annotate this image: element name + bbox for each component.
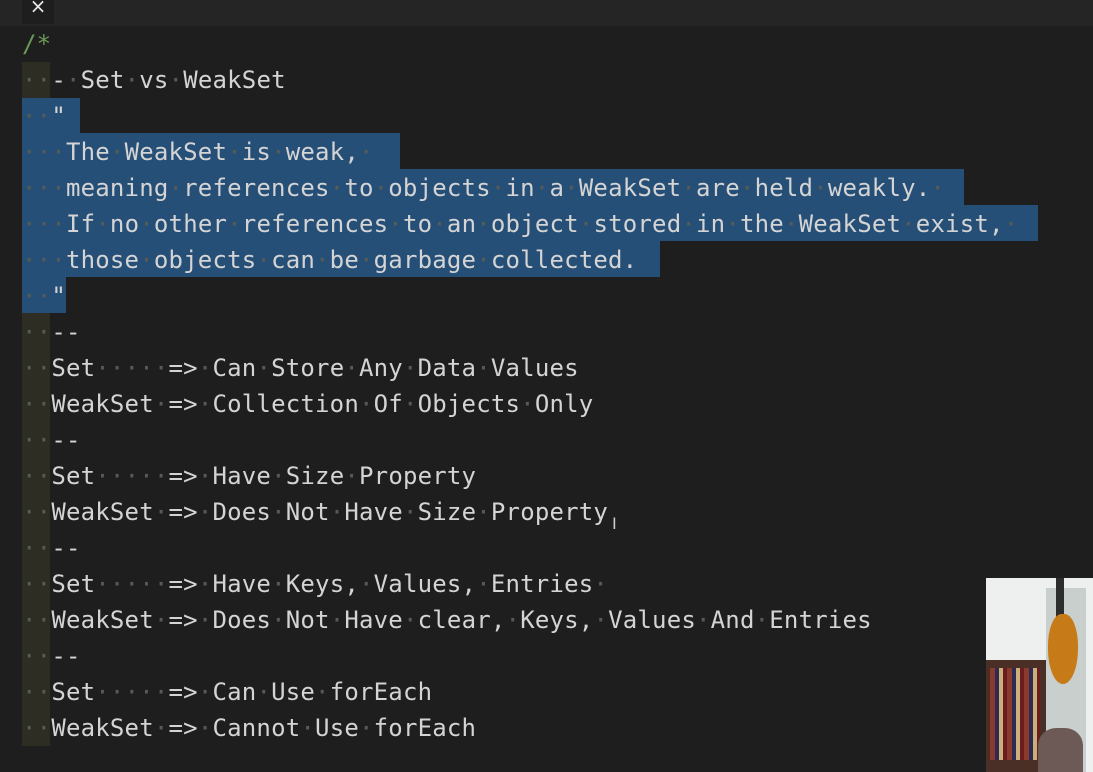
code-line: ··" (22, 282, 66, 310)
code-line: ··WeakSet·=>·Does·Not·Have·Size·Property (22, 498, 609, 526)
code-line: /* (22, 30, 52, 58)
close-tab-button[interactable]: × (22, 0, 54, 24)
webcam-overlay (986, 578, 1093, 772)
code-line: ··-- (22, 426, 81, 454)
code-line: ···those·objects·can·be·garbage·collecte… (22, 246, 638, 274)
code-line: ··Set·····=>·Can·Use·forEach (22, 678, 433, 706)
code-line: ··-- (22, 642, 81, 670)
code-line: ··WeakSet·=>·Does·Not·Have·clear,·Keys,·… (22, 606, 872, 634)
code-line: ··WeakSet·=>·Collection·Of·Objects·Only (22, 390, 594, 418)
code-line: ··Set·····=>·Have·Keys,·Values,·Entries· (22, 570, 609, 598)
code-line: ···The·WeakSet·is·weak,· (22, 138, 374, 166)
tab-bar: × (0, 0, 1093, 26)
code-line: ··Set·····=>·Have·Size·Property (22, 462, 477, 490)
code-line: ···If·no·other·references·to·an·object·s… (22, 210, 1019, 238)
code-line: ··-·Set·vs·WeakSet (22, 66, 286, 94)
code-line: ···meaning·references·to·objects·in·a·We… (22, 174, 946, 202)
code-editor[interactable]: /* ··-·Set·vs·WeakSet ··" ···The·WeakSet… (0, 26, 1093, 772)
code-line: ··-- (22, 534, 81, 562)
code-line: ··" (22, 102, 66, 130)
code-line: ··Set·····=>·Can·Store·Any·Data·Values (22, 354, 579, 382)
code-line: ··WeakSet·=>·Cannot·Use·forEach (22, 714, 477, 742)
guitar-icon (1056, 578, 1064, 618)
text-cursor-icon: I (612, 514, 617, 533)
code-line: ··-- (22, 318, 81, 346)
